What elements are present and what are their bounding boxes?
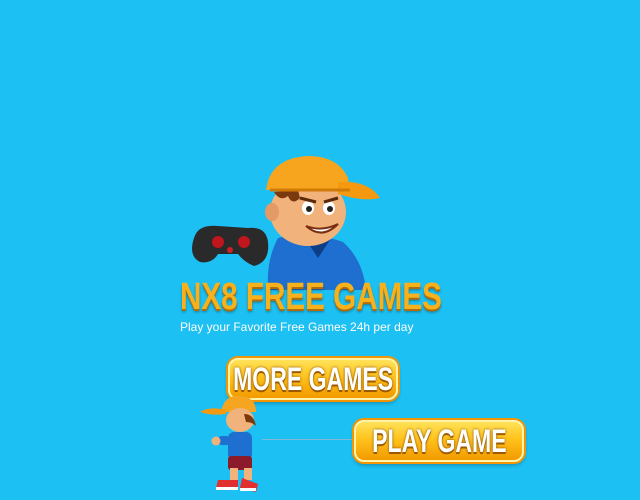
play-game-label: PLAY GAME [371,422,507,459]
play-game-button[interactable]: PLAY GAME [354,420,524,462]
logo-title: NX8 FREE GAMES [180,276,442,318]
tagline: Play your Favorite Free Games 24h per da… [180,320,414,334]
runner-character-image [200,395,258,492]
mascot-logo-image [192,156,380,290]
divider-line [262,439,354,440]
